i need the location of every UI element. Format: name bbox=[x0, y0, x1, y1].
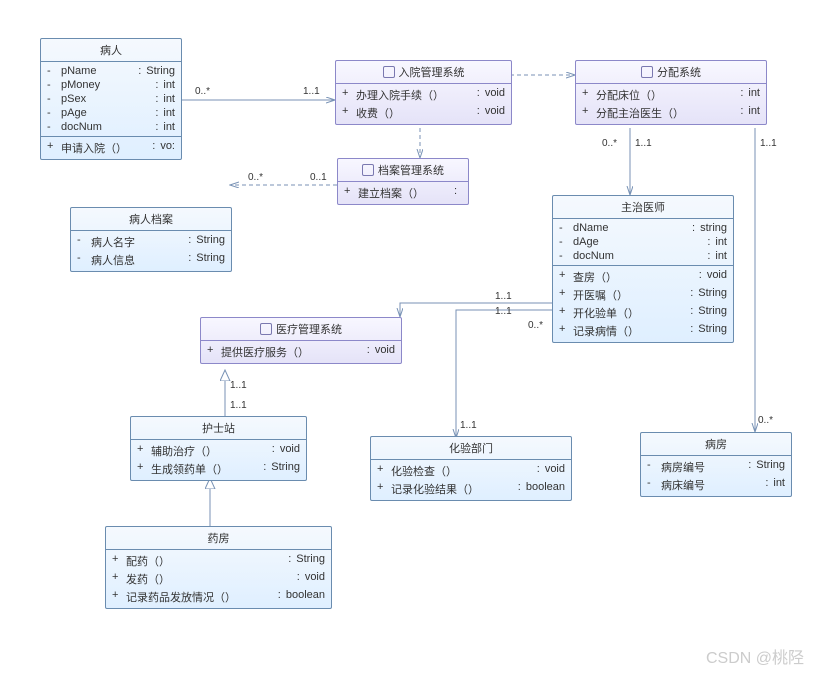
multiplicity-label: 0..1 bbox=[310, 172, 327, 183]
class-lab-dept: 化验部门 +化验检查（）:void +记录化验结果（）:boolean bbox=[370, 436, 572, 501]
multiplicity-label: 0..* bbox=[602, 138, 617, 149]
class-ward: 病房 -病房编号:String -病床编号:int bbox=[640, 432, 792, 497]
attrs-section: -pName:String -pMoney:int -pSex:int -pAg… bbox=[41, 62, 181, 137]
multiplicity-label: 0..* bbox=[528, 320, 543, 331]
multiplicity-label: 1..1 bbox=[230, 400, 247, 411]
class-patient: 病人 -pName:String -pMoney:int -pSex:int -… bbox=[40, 38, 182, 160]
multiplicity-label: 1..1 bbox=[635, 138, 652, 149]
multiplicity-label: 1..1 bbox=[495, 291, 512, 302]
multiplicity-label: 1..1 bbox=[495, 306, 512, 317]
multiplicity-label: 1..1 bbox=[230, 380, 247, 391]
methods-section: +申请入院（）:vo: bbox=[41, 137, 181, 159]
multiplicity-label: 0..* bbox=[195, 86, 210, 97]
class-medical-system: 医疗管理系统 +提供医疗服务（）:void bbox=[200, 317, 402, 364]
component-icon bbox=[641, 66, 653, 78]
class-patient-archive: 病人档案 -病人名字:String -病人信息:String bbox=[70, 207, 232, 272]
component-icon bbox=[383, 66, 395, 78]
multiplicity-label: 0..* bbox=[758, 415, 773, 426]
class-doctor: 主治医师 -dName:string -dAge:int -docNum:int… bbox=[552, 195, 734, 343]
multiplicity-label: 1..1 bbox=[760, 138, 777, 149]
component-icon bbox=[362, 164, 374, 176]
class-pharmacy: 药房 +配药（）:String +发药（）:void +记录药品发放情况（）:b… bbox=[105, 526, 332, 609]
multiplicity-label: 1..1 bbox=[460, 420, 477, 431]
class-archive-system: 档案管理系统 +建立档案（）: bbox=[337, 158, 469, 205]
class-admission-system: 入院管理系统 +办理入院手续（）:void +收费（）:void bbox=[335, 60, 512, 125]
multiplicity-label: 0..* bbox=[248, 172, 263, 183]
class-nurse-station: 护士站 +辅助治疗（）:void +生成领药单（）:String bbox=[130, 416, 307, 481]
class-title: 病人 bbox=[41, 39, 181, 62]
component-icon bbox=[260, 323, 272, 335]
watermark: CSDN @桃陉 bbox=[706, 644, 804, 668]
class-allocation-system: 分配系统 +分配床位（）:int +分配主治医生（）:int bbox=[575, 60, 767, 125]
multiplicity-label: 1..1 bbox=[303, 86, 320, 97]
